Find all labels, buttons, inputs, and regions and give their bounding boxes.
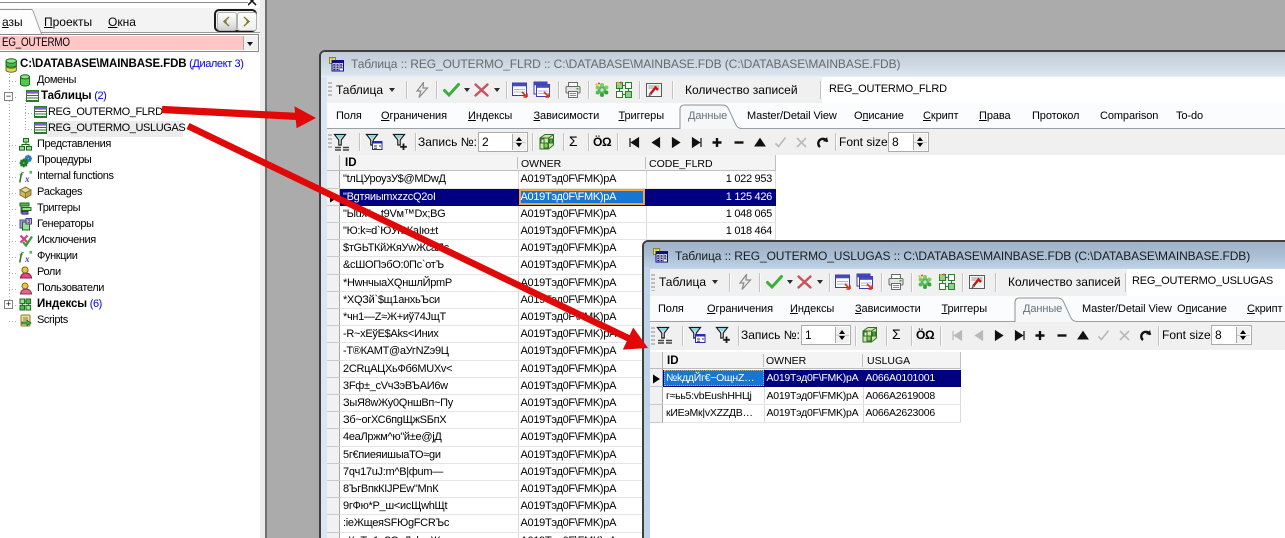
- svg-text:3: 3: [27, 219, 30, 225]
- svg-text:f: f: [19, 250, 24, 263]
- svg-text:x: x: [24, 254, 30, 263]
- svg-text:x: x: [24, 174, 30, 183]
- svg-text:f: f: [19, 170, 24, 183]
